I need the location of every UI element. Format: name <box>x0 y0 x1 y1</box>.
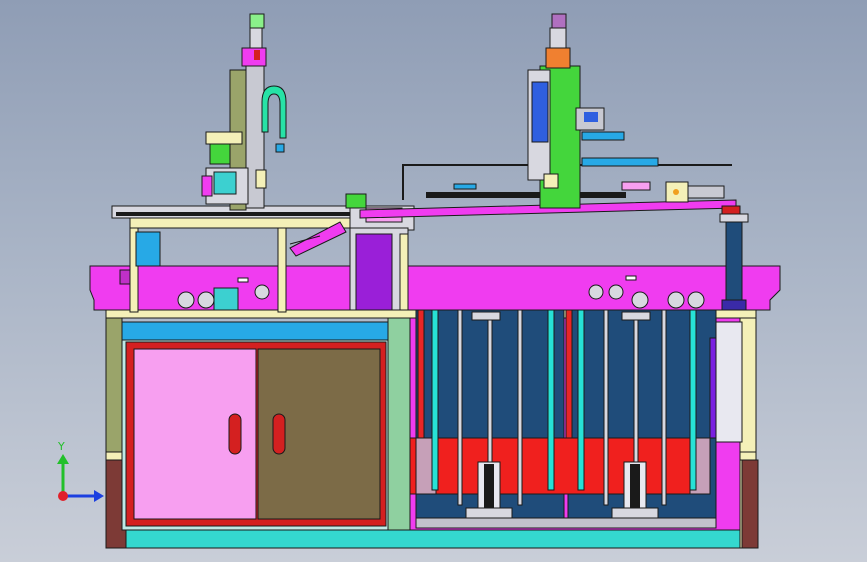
machine-drawing <box>57 13 781 549</box>
cad-viewport[interactable]: Y <box>0 0 867 562</box>
right-door-handle <box>272 413 286 455</box>
right-foot-block <box>741 459 759 549</box>
main-table <box>89 265 781 311</box>
purple-column <box>355 233 393 311</box>
axis-y-label: Y <box>58 440 65 453</box>
support-post <box>725 221 743 311</box>
left-cabinet <box>121 317 411 531</box>
left-door-handle <box>228 413 242 455</box>
axis-triad <box>57 454 104 502</box>
